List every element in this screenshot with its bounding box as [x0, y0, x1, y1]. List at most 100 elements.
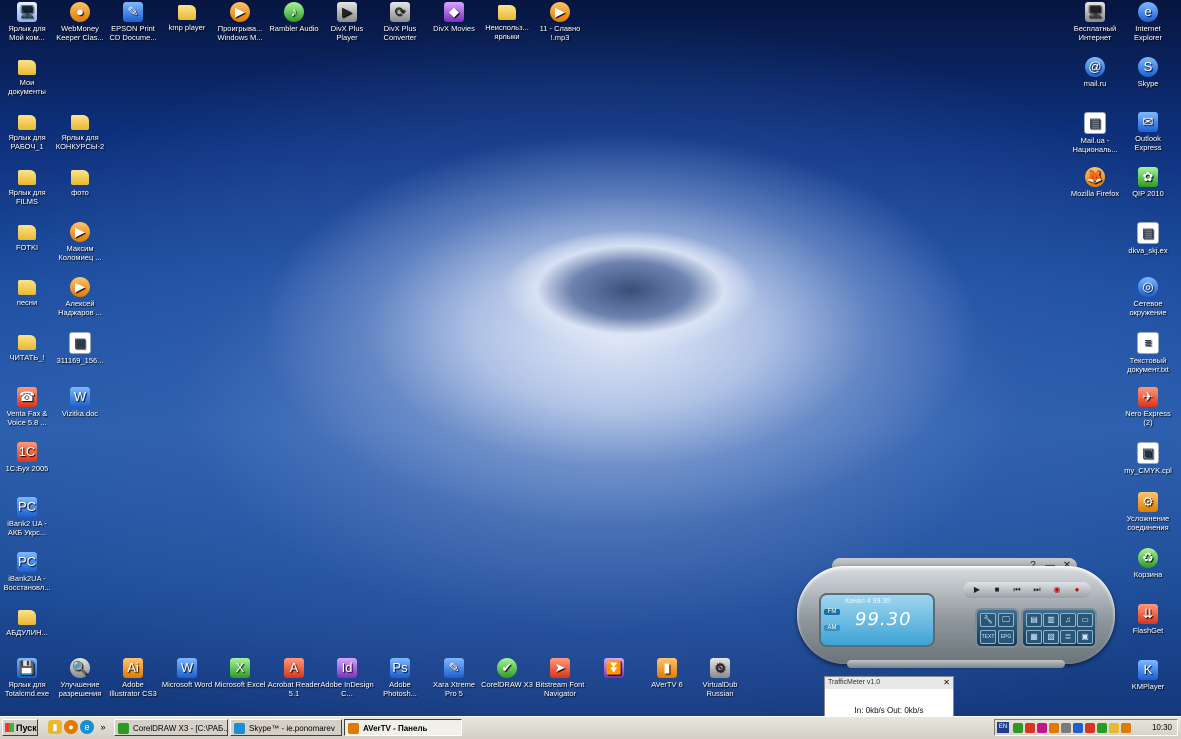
desktop-shortcut[interactable]: X Microsoft Excel: [213, 658, 267, 689]
avertv-panel[interactable]: ? — ✕ Канал 4 99.30 FM AM 99.30 ▶■⏮⏭◉● 🔧…: [797, 558, 1115, 670]
avertv-transport-button[interactable]: ◉: [1049, 584, 1065, 596]
desktop-shortcut[interactable]: ♪ Rambler Audio: [267, 2, 321, 33]
quicklaunch-folder-icon[interactable]: ▮: [48, 720, 62, 734]
tray-shield-icon[interactable]: [1013, 723, 1023, 733]
desktop-shortcut[interactable]: ✎ EPSON Print CD Docume...: [106, 2, 160, 42]
desktop-shortcut[interactable]: FOTKI: [0, 222, 54, 252]
desktop-shortcut[interactable]: ⟳ DivX Plus Converter: [373, 2, 427, 42]
desktop-shortcut[interactable]: ◆ DivX Movies: [427, 2, 481, 33]
avertv-function-button[interactable]: ♫: [1060, 613, 1076, 627]
desktop-shortcut[interactable]: 🖥 Бесплатный Интернет: [1068, 2, 1122, 42]
desktop-shortcut[interactable]: ✈ Nero Express (2): [1121, 387, 1175, 427]
avertv-function-button[interactable]: ▧: [1043, 630, 1059, 644]
desktop-shortcut[interactable]: ☎ Venta Fax & Voice 5.8 ...: [0, 387, 54, 427]
avertv-transport-button[interactable]: ⏮: [1009, 584, 1025, 596]
tray-folder-icon[interactable]: [1109, 723, 1119, 733]
desktop-shortcut[interactable]: ◎ Сетевое окружение: [1121, 277, 1175, 317]
language-indicator[interactable]: EN: [997, 722, 1009, 733]
desktop-shortcut[interactable]: ▶ Алексей Наджаров ...: [53, 277, 107, 317]
quicklaunch-browser-icon[interactable]: e: [80, 720, 94, 734]
desktop-shortcut[interactable]: e Internet Explorer: [1121, 2, 1175, 42]
desktop-shortcut[interactable]: Ai Adobe Illustrator CS3: [106, 658, 160, 698]
avertv-function-button[interactable]: ▣: [1077, 630, 1093, 644]
taskbar-button[interactable]: Skype™ - ie.ponomarev: [230, 719, 342, 736]
desktop-shortcut[interactable]: ● WebMoney Keeper Clas...: [53, 2, 107, 42]
start-button[interactable]: Пуск: [2, 719, 38, 736]
desktop-shortcut[interactable]: Ps Adobe Photosh...: [373, 658, 427, 698]
avertv-function-button[interactable]: ▦: [1026, 630, 1042, 644]
avertv-transport-button[interactable]: ●: [1069, 584, 1085, 596]
desktop-shortcut[interactable]: W Vizitka.doc: [53, 387, 107, 418]
tray-mail-icon[interactable]: [1085, 723, 1095, 733]
desktop-shortcut[interactable]: K KMPlayer: [1121, 660, 1175, 691]
desktop-shortcut[interactable]: ⏬: [587, 658, 641, 680]
desktop-shortcut[interactable]: @ mail.ru: [1068, 57, 1122, 88]
desktop-shortcut[interactable]: ⚙ VirtualDub Russian: [693, 658, 747, 698]
desktop-shortcut[interactable]: Ярлык для FILMS: [0, 167, 54, 206]
desktop-shortcut[interactable]: ▦ 311169_156...: [53, 332, 107, 365]
desktop-shortcut[interactable]: ⚙ Усложнение соединения: [1121, 492, 1175, 532]
desktop-shortcut[interactable]: 1С 1С:Бух 2005: [0, 442, 54, 473]
desktop-shortcut[interactable]: ▮ AVerTV 6: [640, 658, 694, 689]
desktop-shortcut[interactable]: W Microsoft Word: [160, 658, 214, 689]
desktop-shortcut[interactable]: kmp player: [160, 2, 214, 32]
desktop-shortcut[interactable]: ▶ DivX Plus Player: [320, 2, 374, 42]
avertv-function-button[interactable]: ▤: [1026, 613, 1042, 627]
desktop-shortcut[interactable]: Мои документы: [0, 57, 54, 96]
taskbar-button[interactable]: CorelDRAW X3 - [C:\РАБ...: [114, 719, 228, 736]
tray-network-icon[interactable]: [1049, 723, 1059, 733]
avertv-fm-button[interactable]: FM: [824, 609, 840, 615]
desktop-shortcut[interactable]: ≡ Текстовый документ.txt: [1121, 332, 1175, 374]
avertv-volume-slider[interactable]: [847, 660, 1065, 668]
tray-k-icon[interactable]: [1037, 723, 1047, 733]
tray-antivirus-icon[interactable]: [1025, 723, 1035, 733]
desktop-shortcut[interactable]: 🔍 Улучшение разрешения: [53, 658, 107, 698]
avertv-transport-button[interactable]: ■: [989, 584, 1005, 596]
avertv-tool-button[interactable]: 🖵: [998, 613, 1014, 627]
desktop-shortcut[interactable]: 💾 Ярлык для Totalcmd.exe: [0, 658, 54, 698]
desktop-shortcut[interactable]: PC iBank2UA - Восстановл...: [0, 552, 54, 592]
desktop-shortcut[interactable]: Неиспольз... ярлыки: [480, 2, 534, 41]
tray-volume-icon[interactable]: [1061, 723, 1071, 733]
avertv-transport-button[interactable]: ⏭: [1029, 584, 1045, 596]
desktop-shortcut[interactable]: 🖥 Ярлык для Мой ком...: [0, 2, 54, 42]
desktop-shortcut[interactable]: ✔ CorelDRAW X3: [480, 658, 534, 689]
quicklaunch-overflow-button[interactable]: »: [96, 720, 110, 734]
desktop-shortcut[interactable]: ⇊ FlashGet: [1121, 604, 1175, 635]
desktop-shortcut[interactable]: ♻ Корзина: [1121, 548, 1175, 579]
taskbar-button[interactable]: AVerTV - Панель: [344, 719, 462, 736]
avertv-tool-button[interactable]: EPG: [998, 630, 1014, 644]
desktop-shortcut[interactable]: 🦊 Mozilla Firefox: [1068, 167, 1122, 198]
desktop-shortcut[interactable]: ▣ my_CMYK.cpl: [1121, 442, 1175, 475]
quicklaunch-firefox-icon[interactable]: ●: [64, 720, 78, 734]
desktop-shortcut[interactable]: ▶ Максим Коломиец ...: [53, 222, 107, 262]
desktop-shortcut[interactable]: песни: [0, 277, 54, 307]
desktop-shortcut[interactable]: ЧИТАТЬ_!: [0, 332, 54, 362]
desktop-shortcut[interactable]: S Skype: [1121, 57, 1175, 88]
avertv-function-button[interactable]: ▥: [1043, 613, 1059, 627]
desktop-shortcut[interactable]: ▤ Mail.ua - Националь...: [1068, 112, 1122, 154]
avertv-tool-button[interactable]: TEXT: [980, 630, 996, 644]
desktop-shortcut[interactable]: ▤ dkva_skj.ex: [1121, 222, 1175, 255]
avertv-tool-button[interactable]: 🔧: [980, 613, 996, 627]
desktop-shortcut[interactable]: Ярлык для РАБОЧ_1: [0, 112, 54, 151]
avertv-function-button[interactable]: ≣: [1060, 630, 1076, 644]
desktop-shortcut[interactable]: ▶ Проигрыва... Windows M...: [213, 2, 267, 42]
desktop-shortcut[interactable]: ✿ QIP 2010: [1121, 167, 1175, 198]
tray-skype-icon[interactable]: [1073, 723, 1083, 733]
tray-avertv-icon[interactable]: [1121, 723, 1131, 733]
desktop-shortcut[interactable]: A Acrobat Reader 5.1: [267, 658, 321, 698]
desktop-shortcut[interactable]: PC iBank2 UA - АКБ Укрс...: [0, 497, 54, 537]
avertv-function-button[interactable]: ▭: [1077, 613, 1093, 627]
desktop-shortcut[interactable]: АБДУЛИН...: [0, 607, 54, 637]
desktop-shortcut[interactable]: ✉ Outlook Express: [1121, 112, 1175, 152]
desktop-shortcut[interactable]: фото: [53, 167, 107, 197]
trafficmeter-window[interactable]: TrafficMeter v1.0 ✕ In: 0kb/s Out: 0kb/s: [824, 676, 954, 718]
trafficmeter-close-button[interactable]: ✕: [943, 677, 950, 689]
desktop-shortcut[interactable]: ▶ 11 - Славно !.mp3: [533, 2, 587, 42]
avertv-am-button[interactable]: AM: [824, 625, 840, 631]
desktop-shortcut[interactable]: ✎ Xara Xtreme Pro 5: [427, 658, 481, 698]
desktop-shortcut[interactable]: ➤ Bitstream Font Navigator: [533, 658, 587, 698]
tray-qip-icon[interactable]: [1097, 723, 1107, 733]
desktop-shortcut[interactable]: Id Adobe InDesign C...: [320, 658, 374, 698]
